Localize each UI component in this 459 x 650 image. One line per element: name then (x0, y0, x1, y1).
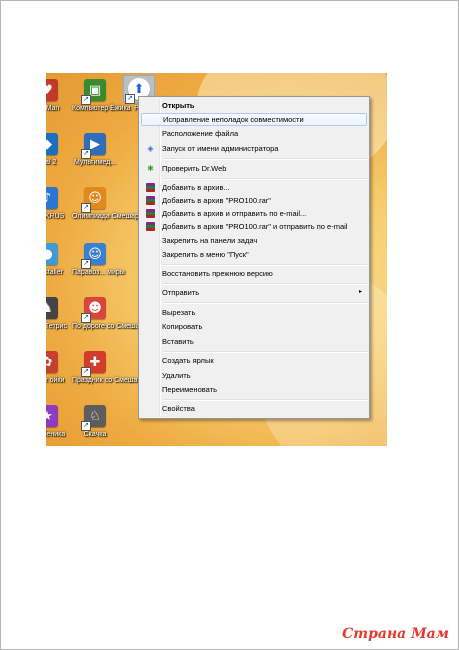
desktop-icon[interactable]: ◆ intal 2 (46, 131, 70, 167)
menu-item-create-shortcut[interactable]: Создать ярлык (141, 354, 367, 367)
menu-item-label: Вырезать (162, 308, 196, 317)
desktop-icon[interactable]: ☺ ↗ Паравоз... миры (72, 241, 125, 277)
desktop-icon-label: intal 2 (46, 159, 57, 166)
winrar-icon (146, 209, 155, 218)
desktop-icon-label: udio KRUS (46, 213, 65, 220)
winrar-icon (146, 222, 155, 231)
menu-item-label: Добавить в архив "PRO100.rar" (162, 196, 271, 205)
menu-separator (163, 158, 367, 160)
site-watermark: Страна Мам (342, 626, 449, 642)
menu-item-open[interactable]: Открыть (141, 99, 367, 112)
desktop-icon-label: Скачка (83, 431, 107, 438)
desktop-icon-label: Компьютер Ёжика (72, 105, 131, 112)
desktop-icon-label: да ебеника (46, 431, 66, 438)
menu-item-troubleshoot-compatibility[interactable]: Исправление неполадок совместимости (141, 113, 367, 126)
shortcut-arrow-icon: ↗ (125, 94, 135, 104)
desktop-icon-label: e Bin Тетрис (46, 323, 67, 330)
menu-item-label: Восстановить прежнюю версию (162, 269, 273, 278)
menu-item-label: Добавить в архив и отправить по e-mail..… (162, 209, 307, 218)
menu-item-label: Добавить в архив "PRO100.rar" и отправит… (162, 222, 348, 231)
menu-separator (163, 351, 367, 353)
desktop-icon[interactable]: ♘ ↗ Скачка (72, 403, 118, 439)
desktop-icon-label: исках ойки (46, 377, 65, 384)
shield-icon: ◈ (147, 144, 154, 153)
desktop-icon-label: Мультимед... (73, 159, 117, 166)
menu-item-run-as-admin[interactable]: ◈ Запуск от имени администратора (141, 142, 367, 155)
menu-item-label: Добавить в архив... (162, 183, 230, 192)
menu-item-label: Расположение файла (162, 129, 239, 138)
menu-item-label: Закрепить на панели задач (162, 236, 258, 245)
menu-item-label: Создать ярлык (162, 356, 214, 365)
menu-separator (163, 264, 367, 266)
winrar-icon (146, 196, 155, 205)
shortcut-arrow-icon: ↗ (81, 421, 91, 431)
shortcut-arrow-icon: ↗ (81, 203, 91, 213)
desktop-icon[interactable]: ✿ исках ойки (46, 349, 70, 385)
shortcut-arrow-icon: ↗ (81, 259, 91, 269)
desktop-icon-label: По дороге со Смеша... (72, 323, 146, 330)
menu-item-file-location[interactable]: Расположение файла (141, 127, 367, 140)
menu-item-label: Исправление неполадок совместимости (163, 115, 304, 124)
menu-separator (163, 178, 367, 180)
shortcut-arrow-icon: ↗ (81, 367, 91, 377)
desktop-icon[interactable]: ★ да ебеника (46, 403, 70, 439)
menu-item-label: Проверить Dr.Web (162, 164, 227, 173)
menu-item-send-to[interactable]: Отправить ▸ (141, 286, 367, 299)
app-icon: ♥ (46, 79, 58, 101)
desktop-icon[interactable]: ♪ udio KRUS (46, 185, 70, 221)
installer-icon: ● (46, 243, 58, 265)
submenu-arrow-icon: ▸ (358, 289, 362, 295)
chess-icon: ♞ (46, 297, 58, 319)
desktop-icon-label: Олимпиада Смешарик... (72, 213, 152, 220)
menu-item-restore-previous-versions[interactable]: Восстановить прежнюю версию (141, 267, 367, 280)
desktop-icon[interactable]: ✚ ↗ Праздник со Смеша... (72, 349, 144, 385)
menu-item-label: Удалить (162, 371, 191, 380)
menu-item-rename[interactable]: Переименовать (141, 383, 367, 396)
menu-item-cut[interactable]: Вырезать (141, 306, 367, 319)
desktop-icon-label: Ян Man (46, 105, 60, 112)
desktop-icon[interactable]: ♞ e Bin Тетрис (46, 295, 70, 331)
desktop-icon-label: Праздник со Смеша... (72, 377, 144, 384)
menu-separator (163, 399, 367, 401)
desktop-icon[interactable]: ☻ ↗ По дороге со Смеша... (72, 295, 146, 331)
menu-item-add-to-archive[interactable]: Добавить в архив... (141, 181, 367, 194)
app-icon: ♪ (46, 187, 58, 209)
shortcut-arrow-icon: ↗ (81, 95, 91, 105)
menu-separator (163, 302, 367, 304)
app-icon: ◆ (46, 133, 58, 155)
menu-item-pin-to-taskbar[interactable]: Закрепить на панели задач (141, 234, 367, 247)
menu-item-pin-to-start[interactable]: Закрепить в меню "Пуск" (141, 248, 367, 261)
desktop-icon-label: eco staller (46, 269, 63, 276)
desktop-icon[interactable]: ▣ ↗ Компьютер Ёжика (72, 77, 131, 113)
menu-item-label: Закрепить в меню "Пуск" (162, 250, 249, 259)
menu-item-check-drweb[interactable]: ✱ Проверить Dr.Web (141, 162, 367, 175)
menu-item-label: Копировать (162, 322, 203, 331)
menu-item-add-to-pro100-rar[interactable]: Добавить в архив "PRO100.rar" (141, 194, 367, 207)
winrar-icon (146, 183, 155, 192)
shortcut-arrow-icon: ↗ (81, 313, 91, 323)
star-icon: ★ (46, 405, 58, 427)
menu-item-label: Вставить (162, 337, 194, 346)
desktop-icon[interactable]: ● eco staller (46, 241, 70, 277)
desktop-icon[interactable]: ☺ ↗ Олимпиада Смешарик... (72, 185, 152, 221)
shortcut-arrow-icon: ↗ (81, 149, 91, 159)
context-menu: Открыть Исправление неполадок совместимо… (138, 96, 370, 419)
menu-item-delete[interactable]: Удалить (141, 369, 367, 382)
menu-item-label: Отправить (162, 288, 200, 297)
menu-item-pro100-rar-and-email[interactable]: Добавить в архив "PRO100.rar" и отправит… (141, 220, 367, 233)
game-icon: ✿ (46, 351, 58, 373)
menu-separator (163, 283, 367, 285)
desktop-icon[interactable]: ▶ ↗ Мультимед... (72, 131, 118, 167)
menu-item-label: Свойства (162, 404, 195, 413)
menu-item-label: Переименовать (162, 385, 217, 394)
menu-item-properties[interactable]: Свойства (141, 402, 367, 415)
drweb-icon: ✱ (147, 164, 154, 173)
menu-item-label: Открыть (162, 101, 195, 110)
menu-item-label: Запуск от имени администратора (162, 144, 279, 153)
desktop-icon[interactable]: ♥ Ян Man (46, 77, 70, 113)
desktop-icon-label: Паравоз... миры (72, 269, 125, 276)
menu-item-copy[interactable]: Копировать (141, 320, 367, 333)
menu-item-paste[interactable]: Вставить (141, 335, 367, 348)
menu-item-archive-and-email[interactable]: Добавить в архив и отправить по e-mail..… (141, 207, 367, 220)
